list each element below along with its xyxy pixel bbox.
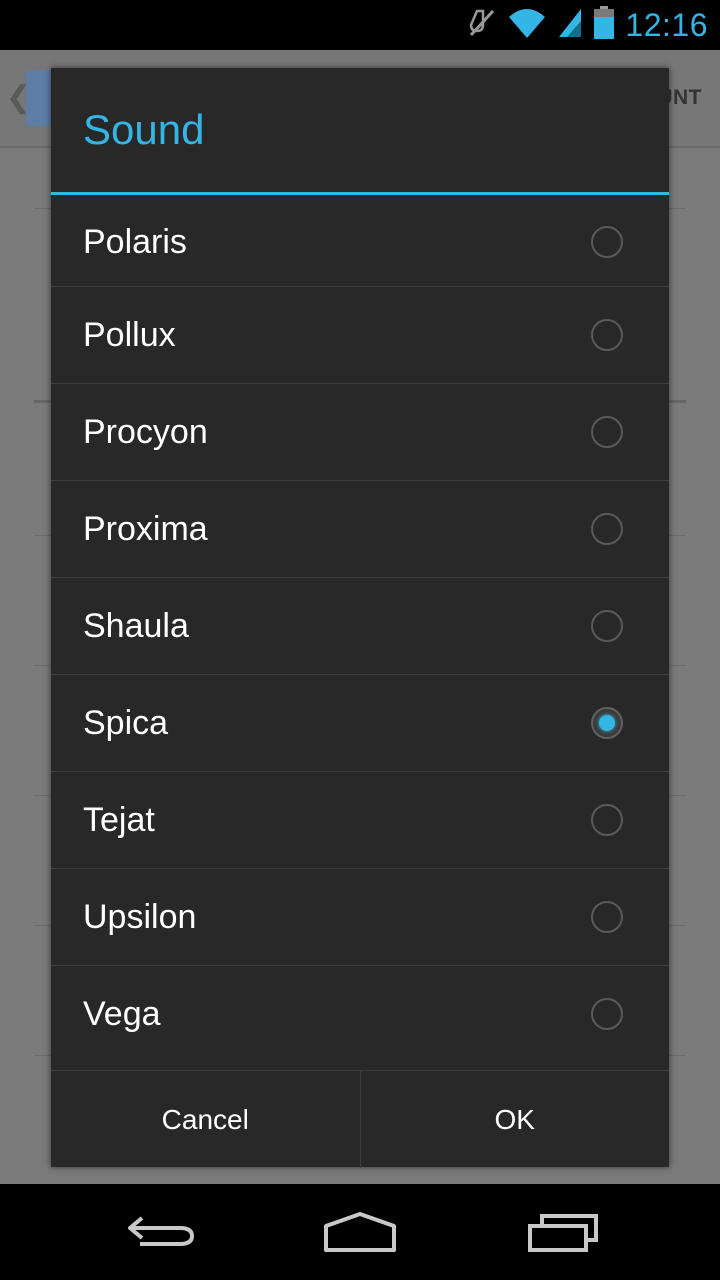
option-label: Proxima	[83, 509, 208, 548]
option-label: Polaris	[83, 222, 187, 261]
list-item[interactable]: Upsilon	[51, 868, 669, 965]
radio-button[interactable]	[591, 998, 623, 1030]
list-item[interactable]: Polaris	[51, 198, 669, 286]
list-item[interactable]: Procyon	[51, 383, 669, 480]
radio-button[interactable]	[591, 804, 623, 836]
option-label: Pollux	[83, 315, 176, 354]
radio-button[interactable]	[591, 416, 623, 448]
cancel-button[interactable]: Cancel	[51, 1071, 360, 1168]
home-icon[interactable]	[322, 1210, 398, 1259]
radio-button-selected[interactable]	[591, 707, 623, 739]
option-label: Tejat	[83, 800, 155, 839]
option-label: Procyon	[83, 412, 208, 451]
list-item[interactable]: Proxima	[51, 480, 669, 577]
status-bar: 12:16	[0, 0, 720, 50]
list-item[interactable]: Shaula	[51, 577, 669, 674]
clock: 12:16	[625, 6, 708, 43]
radio-button[interactable]	[591, 319, 623, 351]
option-label: Upsilon	[83, 897, 197, 936]
list-item[interactable]: Tejat	[51, 771, 669, 868]
back-icon[interactable]	[124, 1210, 196, 1259]
muted-icon	[467, 7, 497, 44]
recents-icon[interactable]	[526, 1210, 600, 1259]
list-item[interactable]: Spica	[51, 674, 669, 771]
list-item[interactable]: Pollux	[51, 286, 669, 383]
calendar-app-icon	[26, 70, 52, 126]
sound-options-list[interactable]: Polaris Pollux Procyon Proxima Shaula Sp…	[51, 198, 669, 1062]
navigation-bar	[0, 1184, 720, 1280]
radio-button[interactable]	[591, 226, 623, 258]
sound-dialog: Sound Polaris Pollux Procyon Proxima Sha…	[51, 68, 669, 1168]
ok-button[interactable]: OK	[359, 1071, 670, 1168]
radio-button[interactable]	[591, 513, 623, 545]
battery-icon	[593, 5, 615, 45]
signal-icon	[557, 7, 583, 44]
option-label: Spica	[83, 703, 169, 742]
option-label: Shaula	[83, 606, 189, 645]
list-item[interactable]: Vega	[51, 965, 669, 1062]
radio-button[interactable]	[591, 610, 623, 642]
radio-button[interactable]	[591, 901, 623, 933]
wifi-icon	[507, 7, 547, 44]
status-icons: 12:16	[467, 0, 708, 50]
dialog-title: Sound	[51, 68, 669, 195]
option-label: Vega	[83, 994, 161, 1033]
dialog-button-bar: Cancel OK	[51, 1070, 669, 1168]
